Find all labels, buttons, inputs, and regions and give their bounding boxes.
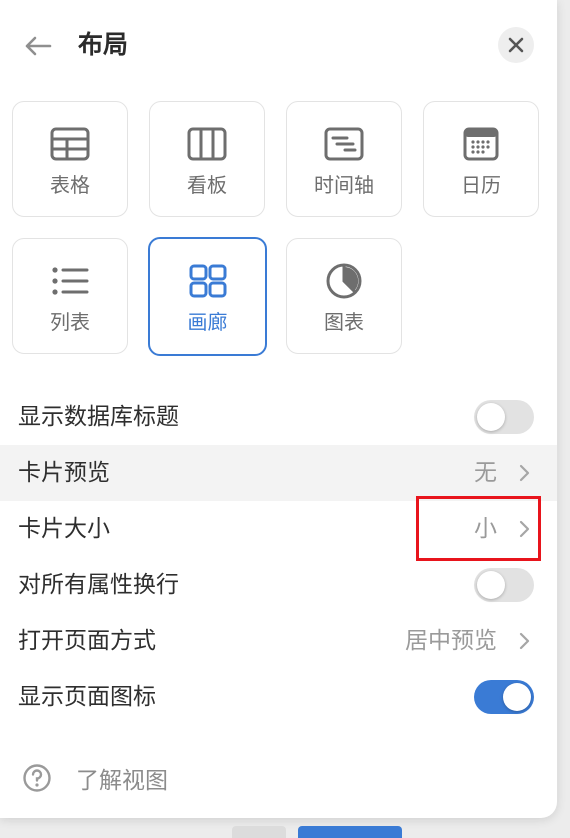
row-open-page-mode[interactable]: 打开页面方式 居中预览 bbox=[0, 613, 557, 669]
row-label: 显示数据库标题 bbox=[18, 404, 179, 430]
toggle-knob bbox=[477, 571, 505, 599]
layout-tile-label: 图表 bbox=[324, 310, 364, 334]
row-label: 显示页面图标 bbox=[18, 684, 156, 710]
chevron-right-icon bbox=[519, 464, 530, 482]
row-label: 打开页面方式 bbox=[18, 628, 156, 654]
chevron-right-icon bbox=[519, 632, 530, 650]
row-label: 卡片大小 bbox=[18, 516, 110, 542]
background-primary-button bbox=[298, 826, 402, 838]
arrow-left-icon bbox=[25, 36, 52, 56]
back-button[interactable] bbox=[22, 30, 54, 62]
list-icon bbox=[52, 267, 89, 295]
background-button bbox=[232, 826, 286, 838]
help-circle-icon bbox=[23, 764, 51, 792]
board-icon bbox=[187, 127, 227, 161]
layout-tile-label: 画廊 bbox=[187, 310, 228, 334]
page-title: 布局 bbox=[78, 30, 129, 59]
layout-tile-label: 看板 bbox=[187, 173, 227, 197]
layout-tile-calendar[interactable]: 日历 bbox=[423, 101, 539, 217]
row-show-page-icon[interactable]: 显示页面图标 bbox=[0, 669, 557, 725]
chart-icon bbox=[326, 263, 362, 299]
layout-tile-timeline[interactable]: 时间轴 bbox=[286, 101, 402, 217]
row-value: 居中预览 bbox=[405, 628, 497, 654]
row-show-db-title[interactable]: 显示数据库标题 bbox=[0, 389, 557, 445]
layout-tile-label: 列表 bbox=[50, 310, 90, 334]
calendar-icon bbox=[463, 127, 499, 161]
show-page-icon-toggle[interactable] bbox=[474, 680, 534, 714]
wrap-properties-toggle[interactable] bbox=[474, 568, 534, 602]
learn-views-link[interactable]: 了解视图 bbox=[22, 758, 168, 798]
close-icon bbox=[508, 37, 524, 53]
layout-tile-label: 表格 bbox=[50, 173, 90, 197]
layout-tile-board[interactable]: 看板 bbox=[149, 101, 265, 217]
toggle-knob bbox=[477, 403, 505, 431]
row-label: 卡片预览 bbox=[18, 460, 110, 486]
gallery-icon bbox=[189, 264, 226, 298]
row-label: 对所有属性换行 bbox=[18, 572, 179, 598]
table-icon bbox=[50, 127, 90, 161]
learn-views-label: 了解视图 bbox=[76, 768, 168, 794]
layout-tile-label: 时间轴 bbox=[314, 173, 374, 197]
panel-header: 布局 bbox=[0, 0, 557, 90]
toggle-knob bbox=[503, 683, 531, 711]
layout-tile-label: 日历 bbox=[461, 173, 501, 197]
layout-tile-chart[interactable]: 图表 bbox=[286, 238, 402, 354]
highlight-box bbox=[416, 496, 541, 561]
show-db-title-toggle[interactable] bbox=[474, 400, 534, 434]
timeline-icon bbox=[324, 127, 364, 161]
layout-tile-table[interactable]: 表格 bbox=[12, 101, 128, 217]
row-card-preview[interactable]: 卡片预览 无 bbox=[0, 445, 557, 501]
close-button[interactable] bbox=[498, 27, 534, 63]
row-wrap-properties[interactable]: 对所有属性换行 bbox=[0, 557, 557, 613]
layout-tile-list[interactable]: 列表 bbox=[12, 238, 128, 354]
layout-tile-gallery[interactable]: 画廊 bbox=[148, 237, 267, 356]
layout-panel: 布局 表格 看板 时间轴 日历 列表 画廊 图表 显示数据库标题 卡片预览 无 … bbox=[0, 0, 557, 818]
row-value: 无 bbox=[474, 460, 497, 486]
